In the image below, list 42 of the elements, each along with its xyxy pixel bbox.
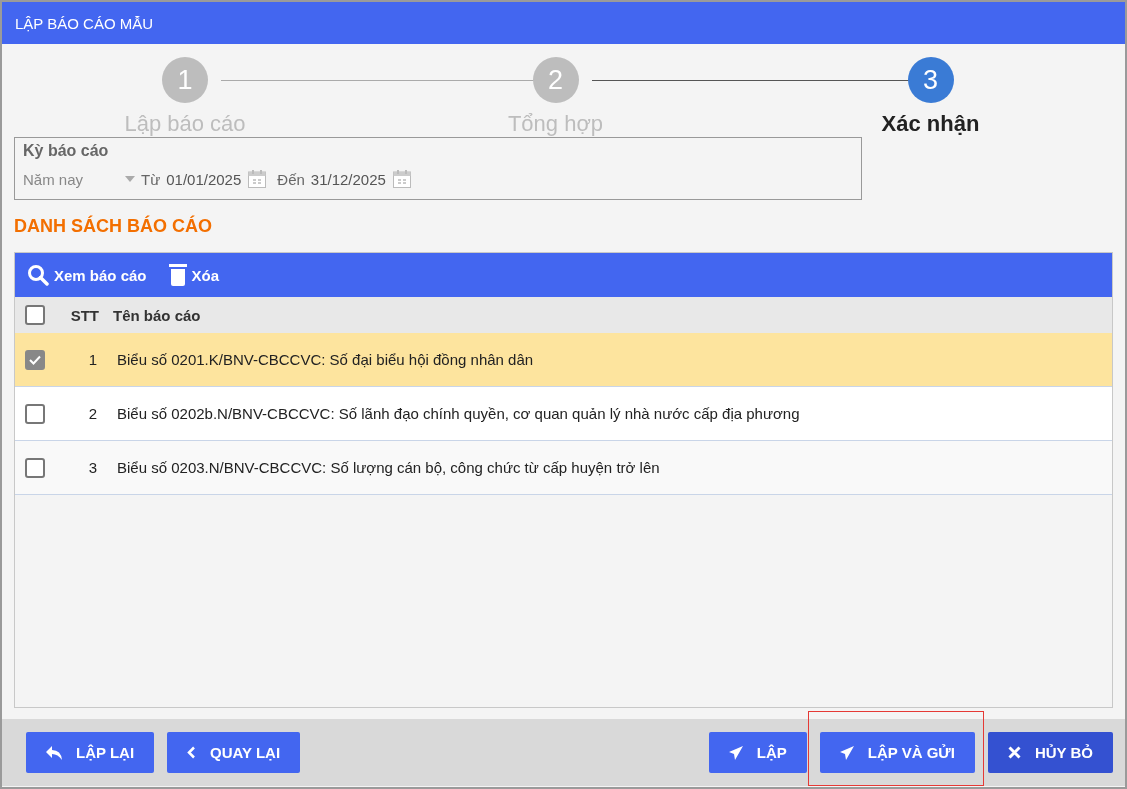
toolbar-button[interactable]: Xem báo cáo: [27, 264, 147, 286]
checkbox[interactable]: [25, 349, 45, 370]
date-field[interactable]: 01/01/2025: [166, 170, 242, 188]
table-row[interactable]: 1 Biểu số 0201.K/BNV-CBCCVC: Số đại biểu hội đồng nhân dân: [15, 333, 1112, 387]
chevron-left-icon: [187, 746, 197, 759]
column-header: Tên báo cáo: [112, 306, 201, 324]
paper-plane-icon: [839, 745, 854, 760]
step-number: 1: [162, 57, 208, 103]
window-title: LẬP BÁO CÁO MẪU: [15, 14, 154, 32]
checkbox[interactable]: [25, 457, 45, 478]
table-cell-text: Biểu số 0203.N/BNV-CBCCVC: Số lượng cán bộ, công chức từ cấp huyện trở lên: [116, 459, 660, 476]
table-row[interactable]: 3 Biểu số 0203.N/BNV-CBCCVC: Số lượng cán bộ, công chức từ cấp huyện trở lên: [15, 441, 1112, 495]
action-button[interactable]: QUAY LẠI: [167, 732, 301, 773]
trash-icon: [168, 264, 187, 286]
table-cell-text: 2: [87, 405, 97, 422]
cancel-button[interactable]: HỦY BỎ: [987, 732, 1113, 773]
table-cell-text: Biểu số 0202b.N/BNV-CBCCVC: Số lãnh đạo chính quyền, cơ quan quản lý nhà nước cấp địa phương: [116, 405, 800, 422]
paper-plane-icon: [728, 745, 743, 760]
table-cell-text: 3: [87, 459, 97, 476]
table-row[interactable]: 2 Biểu số 0202b.N/BNV-CBCCVC: Số lãnh đạo chính quyền, cơ quan quản lý nhà nước cấp địa phương: [15, 387, 1112, 441]
close-icon: [1007, 746, 1021, 759]
date-field[interactable]: 31/12/2025: [310, 170, 386, 188]
section-title: DANH SÁCH BÁO CÁO: [14, 214, 212, 238]
reply-arrow-icon: [46, 745, 62, 760]
step-label: Xác nhận: [881, 111, 980, 137]
period-dropdown[interactable]: Năm nay: [23, 170, 135, 188]
checkbox[interactable]: [25, 403, 45, 424]
step-number: 2: [532, 57, 579, 103]
search-icon: [27, 264, 49, 286]
step-number: 3: [907, 57, 954, 103]
action-button[interactable]: LẬP LẠI: [26, 732, 155, 773]
table-cell-text: Biểu số 0201.K/BNV-CBCCVC: Số đại biểu hội đồng nhân dân: [116, 351, 534, 368]
column-header: STT: [69, 306, 99, 324]
fieldset-legend: Kỳ báo cáo: [23, 141, 853, 161]
toolbar-button[interactable]: Xóa: [168, 264, 220, 286]
caret-icon: [125, 176, 135, 182]
action-button[interactable]: LẬP VÀ GỬI: [819, 732, 975, 773]
from-label: Từ: [141, 170, 161, 188]
action-button[interactable]: LẬP: [708, 732, 807, 773]
table-cell-text: 1: [87, 351, 97, 368]
to-label: Đến: [277, 170, 305, 188]
checkbox[interactable]: [25, 305, 45, 325]
